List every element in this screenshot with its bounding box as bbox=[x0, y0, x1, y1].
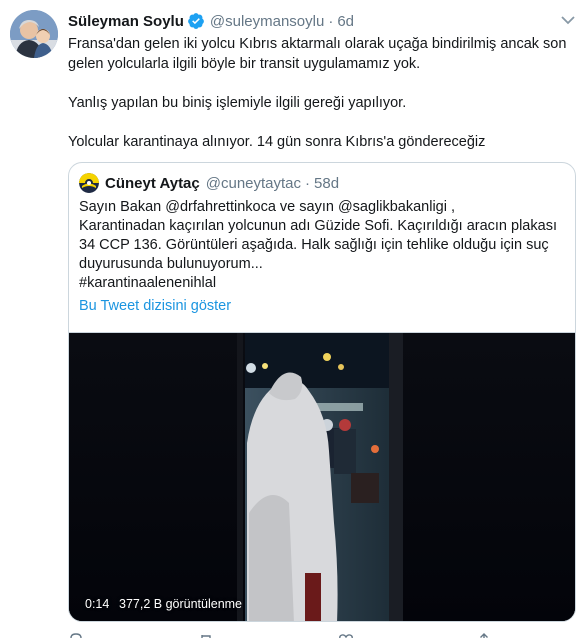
video-player[interactable]: 0:14 377,2 B görüntülenme bbox=[69, 332, 575, 621]
video-duration: 0:14 bbox=[85, 597, 110, 611]
author-handle[interactable]: @suleymansoylu bbox=[210, 13, 324, 30]
quoted-header: Cüneyt Aytaç @cuneytaytac · 58d bbox=[79, 173, 339, 193]
chevron-down-icon[interactable] bbox=[560, 14, 576, 26]
author-name[interactable]: Süleyman Soylu bbox=[68, 13, 184, 30]
quoted-line: 34 CCP 136. Görüntüleri aşağıda. Halk sa… bbox=[79, 237, 549, 253]
reply-icon[interactable] bbox=[68, 632, 84, 638]
like-icon[interactable] bbox=[338, 632, 354, 638]
timestamp[interactable]: 6d bbox=[337, 13, 354, 30]
quoted-line: Sayın Bakan @drfahrettinkoca ve sayın @s… bbox=[79, 199, 456, 215]
quoted-avatar bbox=[79, 173, 99, 193]
tweet-text: Fransa'dan gelen iki yolcu Kıbrıs aktarm… bbox=[68, 34, 580, 171]
tweet-header: Süleyman Soylu @suleymansoylu · 6d bbox=[68, 11, 354, 31]
quoted-author-handle: @cuneytaytac bbox=[205, 174, 302, 192]
verified-badge-icon bbox=[187, 13, 204, 29]
tweet-paragraph: Yanlış yapılan bu biniş işlemiyle ilgili… bbox=[68, 95, 407, 111]
tweet-paragraph: Yolcular karantinaya alınıyor. 14 gün so… bbox=[68, 134, 486, 150]
action-bar bbox=[68, 632, 508, 638]
tweet: Süleyman Soylu @suleymansoylu · 6d Frans… bbox=[0, 0, 587, 638]
video-frame bbox=[69, 333, 575, 621]
share-icon[interactable] bbox=[476, 632, 492, 638]
quoted-line: Karantinadan kaçırılan yolcunun adı Güzi… bbox=[79, 218, 557, 234]
retweet-icon[interactable] bbox=[198, 632, 214, 638]
separator-dot: · bbox=[305, 174, 311, 192]
quoted-tweet[interactable]: Cüneyt Aytaç @cuneytaytac · 58d Sayın Ba… bbox=[68, 162, 576, 622]
tweet-paragraph: Fransa'dan gelen iki yolcu Kıbrıs aktarm… bbox=[68, 36, 567, 72]
avatar[interactable] bbox=[10, 10, 58, 58]
show-thread-link[interactable]: Bu Tweet dizisini göster bbox=[79, 298, 231, 314]
video-views: 377,2 B görüntülenme bbox=[119, 597, 243, 611]
quoted-timestamp: 58d bbox=[314, 174, 340, 192]
quoted-author-name: Cüneyt Aytaç bbox=[105, 174, 200, 192]
separator-dot: · bbox=[328, 12, 334, 30]
quoted-text: Sayın Bakan @drfahrettinkoca ve sayın @s… bbox=[79, 198, 571, 293]
hashtag: #karantinaalenenihlal bbox=[79, 275, 217, 291]
quoted-line: duyurusunda bulunuyorum... bbox=[79, 256, 263, 272]
